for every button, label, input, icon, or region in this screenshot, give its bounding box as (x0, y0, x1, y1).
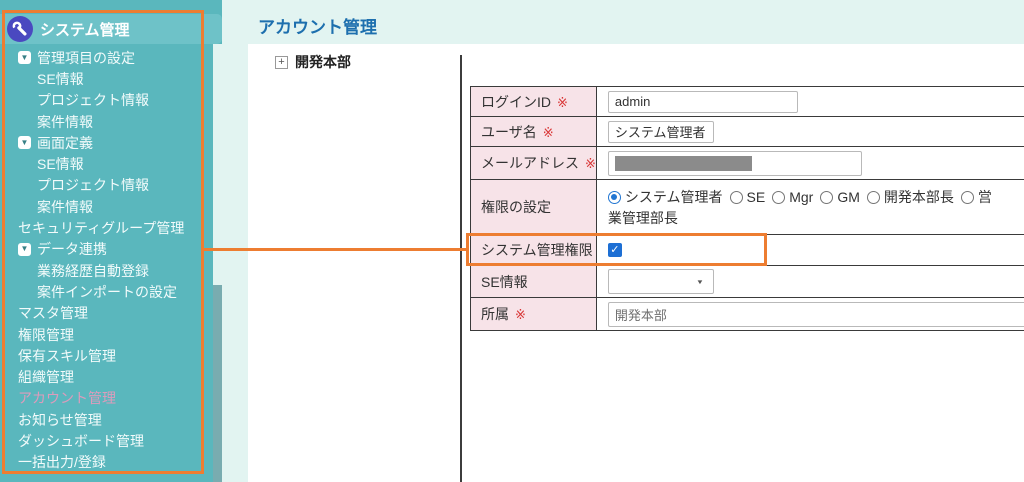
radio-icon[interactable] (867, 191, 880, 204)
user-name-label-cell: ユーザ名 ※ (471, 117, 597, 147)
required-mark: ※ (543, 125, 554, 140)
radio-option-label: GM (837, 189, 860, 205)
table-row-department: 所属 ※ 開発本部 (471, 298, 1024, 331)
department-value-cell: 開発本部 (596, 298, 1024, 331)
email-label-cell: メールアドレス ※ (471, 147, 597, 180)
radio-option[interactable]: SE (730, 189, 766, 205)
department-input[interactable]: 開発本部 (608, 302, 1024, 327)
radio-option-label: 開発本部長 (884, 189, 954, 205)
login-id-input[interactable]: admin (608, 91, 798, 113)
annotation-connector-line (204, 248, 467, 251)
permission-value-cell: システム管理者SEMgrGM開発本部長営業管理部長 (596, 180, 1024, 235)
annotation-field-box (466, 233, 767, 266)
page-title: アカウント管理 (258, 13, 377, 38)
radio-option[interactable]: GM (820, 189, 860, 205)
radio-option-label: Mgr (789, 189, 813, 205)
radio-selected-icon[interactable] (608, 191, 621, 204)
table-row-login-id: ログインID ※ admin (471, 87, 1024, 117)
permission-label-cell: 権限の設定 (471, 180, 597, 235)
email-value-cell (596, 147, 1024, 180)
se-info-select[interactable] (608, 269, 714, 294)
radio-option[interactable]: システム管理者 (608, 189, 723, 205)
radio-option-label: システム管理者 (625, 189, 723, 205)
sidebar-scrollbar-thumb[interactable] (213, 285, 222, 482)
radio-icon[interactable] (730, 191, 743, 204)
radio-option[interactable]: Mgr (772, 189, 813, 205)
login-id-value-cell: admin (596, 87, 1024, 117)
permission-radio-group: システム管理者SEMgrGM開発本部長営業管理部長 (608, 182, 992, 233)
table-row-user-name: ユーザ名 ※ システム管理者 (471, 117, 1024, 147)
required-mark: ※ (515, 307, 526, 322)
tree-node-development-hq[interactable]: + 開発本部 (275, 52, 351, 72)
annotation-sidebar-box (2, 10, 204, 474)
radio-option[interactable]: 開発本部長 (867, 189, 954, 205)
department-label: 所属 (481, 306, 509, 322)
table-row-email: メールアドレス ※ (471, 147, 1024, 180)
radio-icon[interactable] (820, 191, 833, 204)
required-mark: ※ (557, 95, 568, 110)
se-info-label: SE情報 (481, 274, 528, 290)
permission-label: 権限の設定 (481, 199, 551, 215)
login-id-label-cell: ログインID ※ (471, 87, 597, 117)
user-name-value-cell: システム管理者 (596, 117, 1024, 147)
radio-icon[interactable] (961, 191, 974, 204)
table-row-se-info: SE情報 (471, 266, 1024, 298)
table-row-permission: 権限の設定 システム管理者SEMgrGM開発本部長営業管理部長 (471, 180, 1024, 235)
required-mark: ※ (585, 156, 596, 171)
radio-icon[interactable] (772, 191, 785, 204)
department-label-cell: 所属 ※ (471, 298, 597, 331)
plus-box-icon[interactable]: + (275, 56, 288, 69)
tree-node-label: 開発本部 (295, 52, 351, 72)
redacted-email-value (615, 156, 752, 171)
email-label: メールアドレス (481, 155, 579, 171)
se-info-value-cell (596, 266, 1024, 298)
user-name-label: ユーザ名 (481, 124, 537, 140)
email-input[interactable] (608, 151, 862, 176)
se-info-label-cell: SE情報 (471, 266, 597, 298)
account-form-table: ログインID ※ admin ユーザ名 ※ システム管理者 メールアドレス ※ 権限の… (470, 86, 1024, 331)
vertical-divider (460, 55, 462, 482)
user-name-input[interactable]: システム管理者 (608, 121, 714, 143)
radio-option-label: SE (747, 189, 766, 205)
login-id-label: ログインID (481, 94, 551, 110)
